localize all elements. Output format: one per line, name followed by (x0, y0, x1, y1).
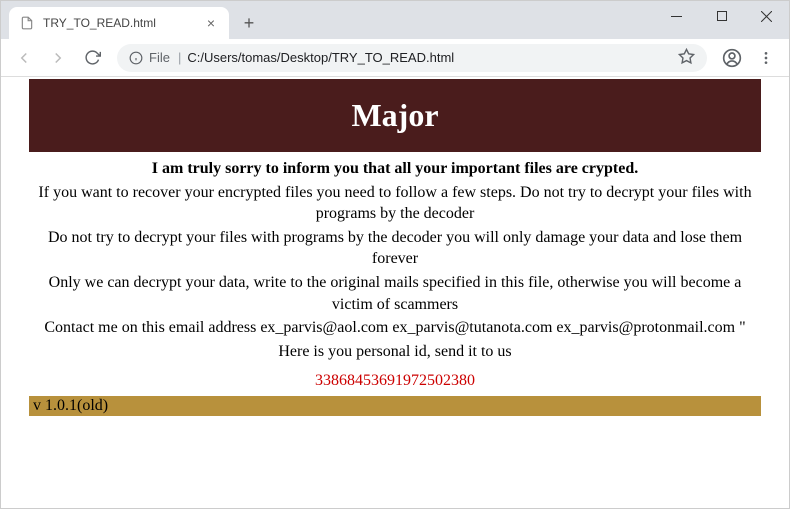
page-title-banner: Major (29, 79, 761, 152)
close-tab-button[interactable]: × (203, 15, 219, 31)
active-tab[interactable]: TRY_TO_READ.html × (9, 7, 229, 39)
browser-window: TRY_TO_READ.html × + (0, 0, 790, 509)
url-text: C:/Users/tomas/Desktop/TRY_TO_READ.html (187, 50, 678, 65)
ransom-message: I am truly sorry to inform you that all … (29, 158, 761, 362)
menu-button[interactable] (751, 43, 781, 73)
forward-button[interactable] (43, 43, 73, 73)
version-bar: v 1.0.1(old) (29, 396, 761, 416)
file-label: File (149, 50, 170, 65)
message-p4: Contact me on this email address ex_parv… (29, 317, 761, 339)
reload-button[interactable] (77, 43, 107, 73)
info-icon (129, 51, 143, 65)
back-button[interactable] (9, 43, 39, 73)
minimize-button[interactable] (654, 1, 699, 31)
new-tab-button[interactable]: + (235, 9, 263, 37)
tab-strip: TRY_TO_READ.html × + (1, 1, 263, 39)
message-p1: If you want to recover your encrypted fi… (29, 182, 761, 225)
profile-button[interactable] (717, 43, 747, 73)
file-badge: File (129, 50, 170, 65)
file-icon (19, 15, 35, 31)
bookmark-star-icon[interactable] (678, 48, 695, 68)
address-bar[interactable]: File | C:/Users/tomas/Desktop/TRY_TO_REA… (117, 44, 707, 72)
message-p5: Here is you personal id, send it to us (29, 341, 761, 363)
close-window-button[interactable] (744, 1, 789, 31)
page-title: Major (351, 97, 438, 133)
maximize-button[interactable] (699, 1, 744, 31)
message-bold: I am truly sorry to inform you that all … (29, 158, 761, 180)
window-controls (654, 1, 789, 31)
title-bar: TRY_TO_READ.html × + (1, 1, 789, 39)
message-p2: Do not try to decrypt your files with pr… (29, 227, 761, 270)
tab-title: TRY_TO_READ.html (43, 16, 203, 30)
toolbar: File | C:/Users/tomas/Desktop/TRY_TO_REA… (1, 39, 789, 77)
personal-id: 33868453691972502380 (29, 372, 761, 390)
message-p3: Only we can decrypt your data, write to … (29, 272, 761, 315)
page-content: Major I am truly sorry to inform you tha… (1, 77, 789, 508)
url-separator: | (178, 50, 181, 65)
